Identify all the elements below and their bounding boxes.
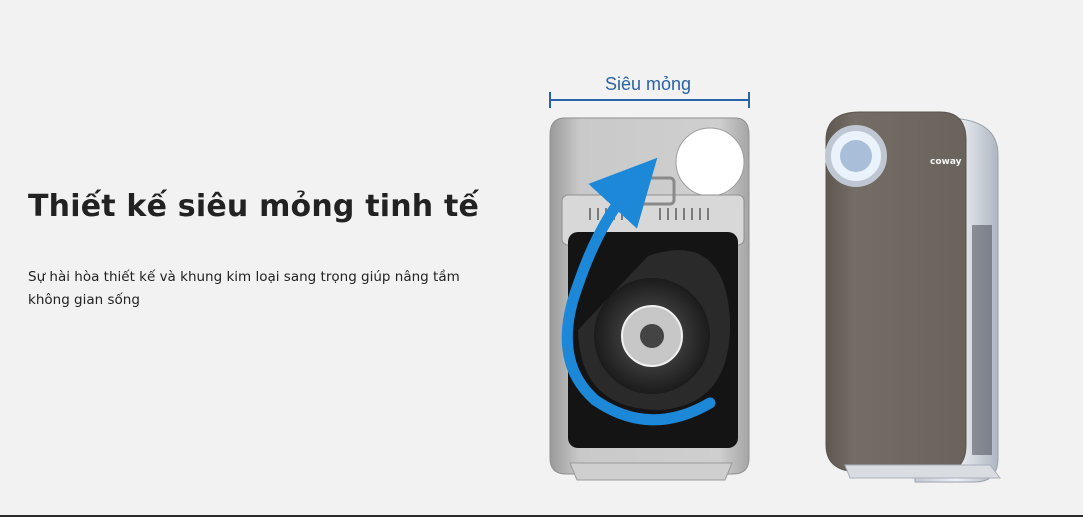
purifier-product-view: coway <box>825 111 1002 483</box>
feature-description: Sự hài hòa thiết kế và khung kim loại sa… <box>28 269 460 308</box>
side-vent <box>972 225 992 455</box>
width-label: Siêu mỏng <box>605 74 691 94</box>
product-feature-section: Thiết kế siêu mỏng tinh tế Sự hài hòa th… <box>0 0 1083 517</box>
width-dimension-indicator: Siêu mỏng <box>549 74 750 108</box>
cutaway-stand <box>569 462 733 481</box>
feature-text-block: Thiết kế siêu mỏng tinh tế Sự hài hòa th… <box>28 186 498 312</box>
feature-headline: Thiết kế siêu mỏng tinh tế <box>28 189 480 224</box>
purifier-cutaway-view <box>549 117 750 481</box>
air-outlet-hole <box>675 127 745 197</box>
air-purifier-illustration: Siêu mỏng coway <box>549 74 1002 483</box>
brand-logo: coway <box>930 157 962 167</box>
fan-axle <box>640 324 664 348</box>
product-stand <box>844 464 1002 479</box>
sensor-lens <box>840 140 872 172</box>
